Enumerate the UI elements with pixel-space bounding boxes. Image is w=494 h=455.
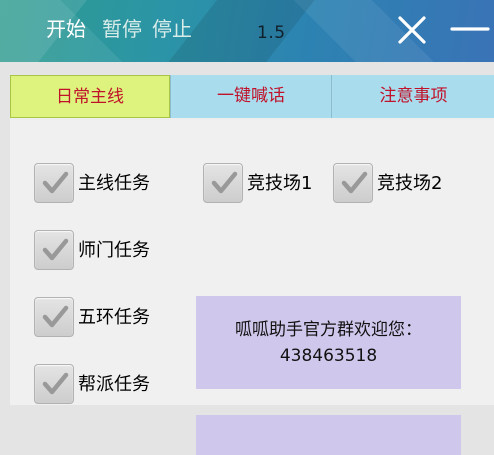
notice-box-secondary [196, 415, 461, 455]
checkbox-mainline-task[interactable]: 主线任务 [34, 163, 174, 205]
checkbox-arena-2[interactable]: 竞技场2 [333, 163, 458, 205]
checkbox-sect-task[interactable]: 师门任务 [34, 230, 174, 272]
check-icon [333, 163, 373, 203]
stop-button[interactable]: 停止 [152, 13, 192, 45]
close-icon[interactable] [396, 14, 428, 46]
checkbox-label: 师门任务 [78, 240, 150, 261]
tab-bar: 日常主线 一键喊话 注意事项 [10, 75, 494, 118]
tab-content: 主线任务 竞技场1 竞技场2 师门任务 五环任务 帮派任务 呱呱助手官方群欢迎您… [10, 120, 494, 455]
check-icon [34, 230, 74, 270]
tab-one-click-shout[interactable]: 一键喊话 [170, 75, 331, 118]
title-bar: 开始 暂停 停止 1.5 [0, 0, 494, 62]
main-panel: 日常主线 一键喊话 注意事项 主线任务 竞技场1 竞技场2 师门任务 五环任务 … [10, 75, 494, 455]
minimize-icon[interactable] [450, 21, 490, 35]
start-button[interactable]: 开始 [46, 13, 86, 45]
tab-daily-mainline[interactable]: 日常主线 [10, 75, 170, 118]
check-icon [34, 163, 74, 203]
pause-button[interactable]: 暂停 [102, 13, 142, 45]
check-icon [203, 163, 243, 203]
checkbox-five-ring-task[interactable]: 五环任务 [34, 297, 174, 339]
checkbox-label: 竞技场2 [377, 173, 443, 194]
tab-notes[interactable]: 注意事项 [331, 75, 494, 118]
notice-line-2: 438463518 [279, 346, 378, 366]
checkbox-arena-1[interactable]: 竞技场1 [203, 163, 323, 205]
checkbox-label: 主线任务 [78, 173, 150, 194]
checkbox-label: 竞技场1 [247, 173, 313, 194]
check-icon [34, 297, 74, 337]
checkbox-label: 五环任务 [78, 307, 150, 328]
check-icon [34, 364, 74, 404]
version-label: 1.5 [257, 23, 286, 43]
notice-line-1: 呱呱助手官方群欢迎您： [235, 320, 422, 340]
notice-box: 呱呱助手官方群欢迎您： 438463518 [196, 296, 461, 389]
